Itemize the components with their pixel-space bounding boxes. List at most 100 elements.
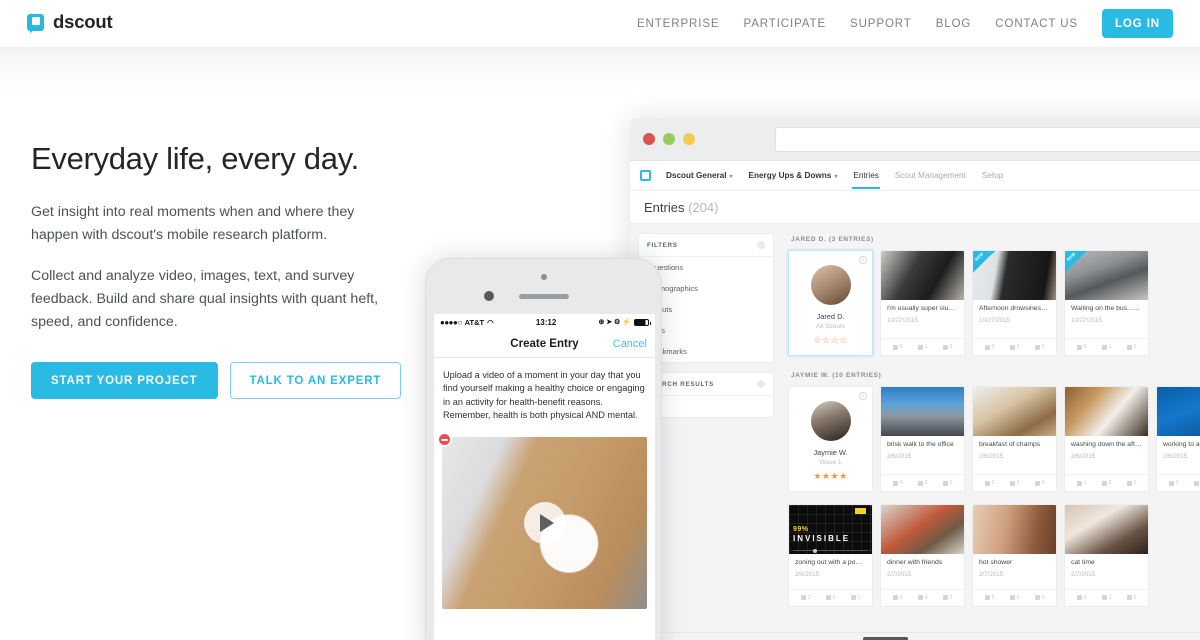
bookmark-count: 2 — [1034, 344, 1044, 350]
entry-thumbnail — [881, 251, 964, 300]
entry-title: I'm usually super sluggish... — [887, 305, 958, 312]
status-right: ⊕ ➤ ⚙ ⚡ — [598, 318, 651, 326]
new-ribbon-icon: NEW — [973, 251, 995, 273]
entry-date: 10/27/2015 — [1071, 316, 1102, 324]
entry-body: Waiting on the bus...zzz 10/27/2015 — [1065, 300, 1148, 330]
entry-card[interactable]: brisk walk to the office 2/6/2015 4 3 0 — [880, 386, 965, 492]
app-nav-item-scout-management[interactable]: Scout Management — [887, 171, 974, 180]
comment-count: 0 — [984, 595, 994, 601]
filters-panel-header: FILTERS — [639, 234, 773, 257]
entry-card[interactable]: cat time 2/7/2015 0 1 0 — [1064, 504, 1149, 607]
maximize-window-icon[interactable] — [683, 133, 695, 145]
tag-count: 1 — [1009, 344, 1019, 350]
landing-page: dscout ENTERPRISE PARTICIPATE SUPPORT BL… — [0, 0, 1200, 640]
person-card-jared[interactable]: i Jared D. All Scouts ☆☆☆☆ — [788, 250, 873, 356]
status-icons: ⊕ ➤ ⚙ ⚡ — [598, 319, 631, 326]
app-nav-study-selector[interactable]: Energy Ups & Downs ▾ — [741, 171, 846, 180]
logo[interactable]: dscout — [27, 11, 113, 33]
entry-body: brisk walk to the office 2/6/2015 — [881, 436, 964, 466]
comment-icon — [984, 595, 990, 601]
tag-count: 1 — [1009, 480, 1019, 486]
app-body: FILTERS Questions Demographics Scouts Ta… — [630, 224, 1200, 640]
entry-title: breakfast of champs — [979, 441, 1041, 448]
entry-card[interactable]: washing down the after-l... 2/6/2015 1 2… — [1064, 386, 1149, 492]
podcast-title-line1: 99% — [793, 526, 809, 533]
entry-date: 2/6/2015 — [979, 452, 1004, 460]
tag-count: 1 — [1193, 480, 1200, 486]
phone-nav-title: Create Entry — [510, 337, 579, 350]
entry-card[interactable]: NEW Waiting on the bus...zzz 10/27/2015 … — [1064, 250, 1149, 356]
person-card-jaymie[interactable]: i Jaymie W. Wave 1 ★★★★ — [788, 386, 873, 492]
entries-heading: Entries (204) — [630, 191, 1200, 224]
app-nav-item-entries[interactable]: Entries — [845, 171, 886, 189]
comment-count: 1 — [1168, 480, 1178, 486]
nav-item-participate[interactable]: PARTICIPATE — [731, 18, 838, 30]
comment-icon — [892, 344, 898, 350]
comment-icon — [984, 344, 990, 350]
entry-card[interactable]: breakfast of champs 2/6/2015 2 1 0 — [972, 386, 1057, 492]
entry-footer: 0 1 2 — [973, 338, 1056, 355]
hero-paragraph-2: Collect and analyze video, images, text,… — [31, 267, 379, 330]
nav-item-enterprise[interactable]: ENTERPRISE — [625, 18, 732, 30]
nav-item-blog[interactable]: BLOG — [924, 18, 984, 30]
app-nav: Dscout General ▾ Energy Ups & Downs ▾ Entr… — [630, 161, 1200, 191]
entry-card[interactable]: dinner with friends 2/7/2015 0 4 2 — [880, 504, 965, 607]
proximity-sensor-icon — [540, 274, 547, 280]
entry-thumbnail — [1065, 387, 1148, 436]
comment-count: 0 — [1076, 344, 1086, 350]
collapse-icon[interactable] — [757, 241, 765, 249]
tag-icon — [1009, 344, 1015, 350]
nav-item-support[interactable]: SUPPORT — [838, 18, 924, 30]
entry-card[interactable]: working to a ... 2/6/2015 1 1 0 — [1156, 386, 1200, 492]
tag-count: 3 — [917, 480, 927, 486]
start-your-project-button[interactable]: START YOUR PROJECT — [31, 361, 218, 399]
rating-stars[interactable]: ☆☆☆☆ — [795, 335, 866, 346]
login-button[interactable]: LOG IN — [1101, 9, 1173, 38]
entry-thumbnail — [881, 387, 964, 436]
entry-thumbnail — [1065, 505, 1148, 554]
entry-card[interactable]: 99% INVISIBLE zoning out with a podcast … — [788, 504, 873, 607]
entry-card[interactable]: I'm usually super sluggish... 10/27/2015… — [880, 250, 965, 356]
entries-count: (204) — [688, 200, 719, 215]
entry-title: cat time — [1071, 559, 1095, 566]
audio-progress-bar[interactable] — [793, 548, 868, 553]
bookmark-count: 0 — [1126, 480, 1136, 486]
entry-thumbnail: 99% INVISIBLE — [789, 505, 872, 554]
hero-cta-group: START YOUR PROJECT TALK TO AN EXPERT — [31, 361, 411, 399]
phone-screen: ●●●●○ AT&T ◠ 13:12 ⊕ ➤ ⚙ ⚡ Create Entry … — [434, 314, 655, 640]
url-input[interactable] — [775, 126, 1200, 152]
talk-to-an-expert-button[interactable]: TALK TO AN EXPERT — [229, 361, 402, 399]
bookmark-icon — [942, 344, 948, 350]
battery-icon — [634, 318, 651, 326]
close-window-icon[interactable] — [643, 133, 655, 145]
video-thumbnail[interactable] — [442, 437, 647, 610]
entry-card[interactable]: hot shower 2/7/2015 0 1 0 — [972, 504, 1057, 607]
rating-stars[interactable]: ★★★★ — [795, 471, 866, 482]
entry-title: zoning out with a podcast — [795, 559, 866, 566]
app-nav-project-selector[interactable]: Dscout General ▾ — [658, 171, 741, 180]
entry-thumbnail — [973, 505, 1056, 554]
play-button[interactable] — [523, 502, 566, 545]
entry-card[interactable]: NEW Afternoon drowsiness kic... 10/27/20… — [972, 250, 1057, 356]
info-icon[interactable]: i — [859, 256, 867, 264]
info-icon[interactable]: i — [859, 392, 867, 400]
entry-body: cat time 2/7/2015 — [1065, 554, 1148, 581]
phone-mockup: ●●●●○ AT&T ◠ 13:12 ⊕ ➤ ⚙ ⚡ Create Entry … — [425, 258, 662, 640]
comment-icon — [800, 595, 806, 601]
podcast-title-line2: INVISIBLE — [793, 534, 851, 543]
entry-row: i Jared D. All Scouts ☆☆☆☆ I'm usually s… — [788, 250, 1200, 356]
nav-item-contact-us[interactable]: CONTACT US — [983, 18, 1090, 30]
tag-count: 2 — [1101, 480, 1111, 486]
entries-heading-label: Entries — [644, 200, 685, 215]
minimize-window-icon[interactable] — [663, 133, 675, 145]
logo-text: dscout — [53, 11, 113, 32]
comment-icon — [892, 595, 898, 601]
collapse-icon[interactable] — [757, 380, 765, 388]
cancel-button[interactable]: Cancel — [613, 338, 647, 350]
window-controls — [643, 133, 695, 145]
entry-row: 99% INVISIBLE zoning out with a podcast … — [788, 504, 1200, 607]
comment-count: 4 — [892, 480, 902, 486]
app-nav-item-setup[interactable]: Setup — [974, 171, 1011, 180]
signal-strength-icon: ●●●●○ — [440, 317, 462, 327]
entry-thumbnail — [973, 387, 1056, 436]
